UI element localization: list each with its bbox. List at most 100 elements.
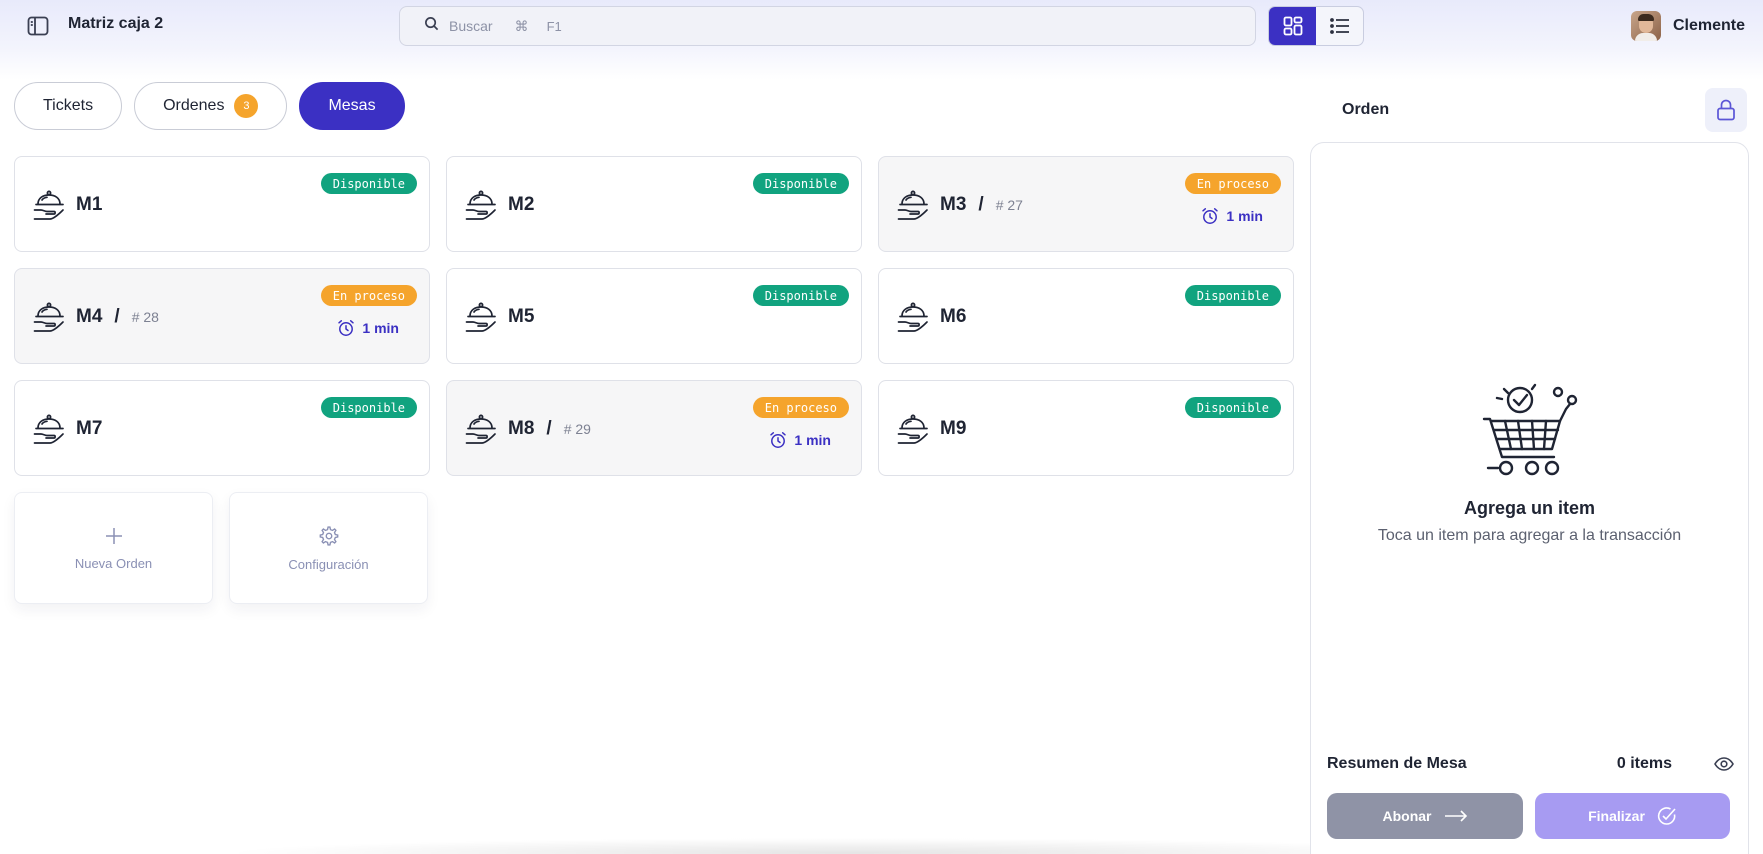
table-summary: Resumen de Mesa 0 items — [1327, 755, 1734, 773]
view-toggle — [1268, 6, 1364, 46]
table-title: M9 — [940, 418, 966, 440]
table-name: M1 — [76, 194, 103, 215]
action-cards: Nueva Orden Configuración — [14, 492, 428, 604]
finalizar-button[interactable]: Finalizar — [1535, 793, 1730, 839]
table-name: M9 — [940, 418, 967, 439]
user-menu[interactable]: Clemente — [1630, 11, 1745, 41]
items-count: 0 items — [1616, 755, 1672, 772]
table-card-m1[interactable]: M1 Disponible — [14, 156, 430, 252]
separator: / — [546, 418, 552, 439]
table-card-m4[interactable]: M4 / # 28 En proceso 1 min — [14, 268, 430, 364]
empty-subtitle: Toca un item para agregar a la transacci… — [1377, 527, 1682, 544]
tables-grid: M1 Disponible M2 Disponible M3 / # 27 En… — [14, 156, 1294, 476]
separator: / — [114, 306, 120, 327]
table-title: M8 / # 29 — [508, 418, 591, 440]
elapsed-time: 1 min — [1201, 207, 1263, 225]
list-icon — [1329, 18, 1349, 34]
elapsed-time-value: 1 min — [794, 432, 831, 448]
status-badge: Disponible — [1184, 285, 1281, 306]
tab-label: Mesas — [328, 97, 376, 114]
gear-icon — [319, 525, 338, 546]
table-service-icon — [465, 301, 499, 335]
empty-title: Agrega un item — [1463, 498, 1596, 518]
table-title: M4 / # 28 — [76, 306, 159, 328]
abonar-label: Abonar — [1382, 808, 1432, 824]
table-card-m2[interactable]: M2 Disponible — [446, 156, 862, 252]
table-card-m7[interactable]: M7 Disponible — [14, 380, 430, 476]
search-bar[interactable]: Buscar ⌘ F1 — [399, 6, 1256, 46]
table-title: M1 — [76, 194, 102, 216]
table-name: M2 — [508, 194, 535, 215]
settings-button[interactable]: Configuración — [229, 492, 428, 604]
elapsed-time-value: 1 min — [1226, 208, 1263, 224]
shortcut-key: F1 — [546, 18, 562, 34]
eye-icon[interactable] — [1714, 757, 1734, 771]
empty-state: Agrega un item Toca un item para agregar… — [1311, 383, 1748, 545]
table-card-m5[interactable]: M5 Disponible — [446, 268, 862, 364]
app-header: Matriz caja 2 Buscar ⌘ F1 Clemente — [0, 0, 1763, 80]
table-title: M5 — [508, 306, 534, 328]
plus-icon — [105, 527, 122, 544]
table-card-m8[interactable]: M8 / # 29 En proceso 1 min — [446, 380, 862, 476]
list-view-button[interactable] — [1316, 7, 1363, 45]
order-actions: Abonar Finalizar — [1327, 793, 1730, 839]
finalizar-label: Finalizar — [1588, 808, 1645, 824]
status-badge: Disponible — [320, 173, 417, 194]
table-name: M4 — [76, 306, 103, 327]
summary-label: Resumen de Mesa — [1327, 755, 1467, 772]
status-badge: En proceso — [1184, 173, 1281, 194]
avatar — [1630, 11, 1661, 41]
new-order-button[interactable]: Nueva Orden — [14, 492, 213, 604]
order-number: # 28 — [131, 309, 159, 325]
order-number: # 29 — [563, 421, 591, 437]
table-service-icon — [465, 413, 499, 447]
grid-icon — [1283, 16, 1302, 36]
user-name: Clemente — [1672, 17, 1745, 34]
tab-tickets[interactable]: Tickets — [14, 82, 123, 130]
grid-view-button[interactable] — [1269, 7, 1316, 45]
view-tabs: Tickets Ordenes 3 Mesas — [14, 82, 405, 130]
elapsed-time: 1 min — [769, 431, 831, 449]
new-order-label: Nueva Orden — [74, 555, 153, 571]
table-service-icon — [33, 189, 67, 223]
status-badge: Disponible — [320, 397, 417, 418]
alarm-clock-icon — [769, 431, 787, 449]
table-service-icon — [897, 301, 931, 335]
table-name: M3 — [940, 194, 967, 215]
arrow-right-icon — [1444, 810, 1467, 822]
search-icon — [424, 16, 439, 36]
table-card-m6[interactable]: M6 Disponible — [878, 268, 1294, 364]
sidebar-toggle-icon[interactable] — [26, 14, 50, 38]
abonar-button[interactable]: Abonar — [1327, 793, 1523, 839]
table-card-m9[interactable]: M9 Disponible — [878, 380, 1294, 476]
status-badge: En proceso — [320, 285, 417, 306]
lock-icon — [1717, 99, 1735, 121]
tab-ordenes[interactable]: Ordenes 3 — [134, 82, 288, 130]
alarm-clock-icon — [1201, 207, 1219, 225]
table-service-icon — [897, 413, 931, 447]
table-name: M7 — [76, 418, 103, 439]
table-name: M6 — [940, 306, 967, 327]
tab-mesas[interactable]: Mesas — [299, 82, 405, 130]
table-name: M8 — [508, 418, 535, 439]
table-title: M6 — [940, 306, 966, 328]
status-badge: Disponible — [1184, 397, 1281, 418]
app-title: Matriz caja 2 — [68, 15, 164, 32]
table-service-icon — [33, 413, 67, 447]
status-badge: Disponible — [752, 285, 849, 306]
tab-label: Ordenes — [163, 97, 225, 114]
order-panel-title: Orden — [1342, 101, 1390, 118]
bottom-shadow — [220, 838, 1480, 854]
status-badge: Disponible — [752, 173, 849, 194]
lock-button[interactable] — [1705, 88, 1747, 132]
table-service-icon — [465, 189, 499, 223]
status-badge: En proceso — [752, 397, 849, 418]
table-card-m3[interactable]: M3 / # 27 En proceso 1 min — [878, 156, 1294, 252]
elapsed-time-value: 1 min — [362, 320, 399, 336]
table-title: M7 — [76, 418, 102, 440]
settings-label: Configuración — [288, 556, 369, 572]
tab-label: Tickets — [43, 97, 94, 114]
shortcut-command-icon: ⌘ — [514, 17, 529, 34]
table-title: M3 / # 27 — [940, 194, 1023, 216]
order-panel: Agrega un item Toca un item para agregar… — [1310, 142, 1749, 854]
